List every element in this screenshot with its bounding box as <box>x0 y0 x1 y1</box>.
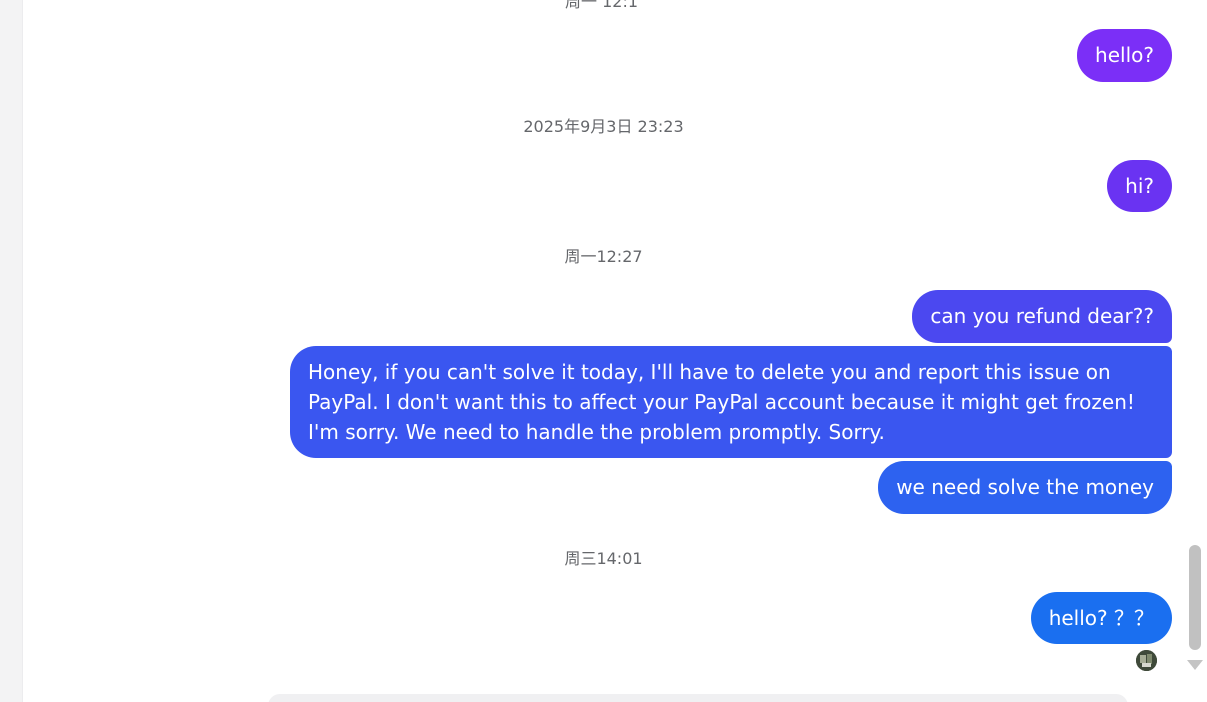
partial-timestamp: 周一 12:1 <box>565 0 639 11</box>
outgoing-message[interactable]: we need solve the money <box>878 461 1172 514</box>
timestamp: 周三14:01 <box>564 549 643 568</box>
message-line: Honey, if you can't solve it today, I'll… <box>308 360 1111 384</box>
outgoing-message[interactable]: hi? <box>1107 160 1172 212</box>
outgoing-message[interactable]: hello? ？？ <box>1030 592 1172 644</box>
message-composer[interactable] <box>268 694 1128 702</box>
timestamp: 周一12:27 <box>564 247 643 266</box>
scrollbar-thumb[interactable] <box>1189 545 1201 650</box>
scroll-down-arrow-icon[interactable] <box>1187 660 1203 670</box>
outgoing-message[interactable]: can you refund dear?? <box>912 290 1172 343</box>
outgoing-message[interactable]: Honey, if you can't solve it today, I'll… <box>290 346 1172 458</box>
message-line: I'm sorry. We need to handle the problem… <box>308 420 885 444</box>
left-sidebar-edge <box>0 0 23 702</box>
outgoing-message[interactable]: hello? <box>1077 29 1172 82</box>
chat-page: 周一 12:1 hello? 2025年9月3日 23:23 hi? 周一12:… <box>0 0 1207 702</box>
timestamp: 2025年9月3日 23:23 <box>523 117 684 136</box>
message-line: PayPal. I don't want this to affect your… <box>308 390 1135 414</box>
read-receipt-avatar <box>1136 650 1157 671</box>
